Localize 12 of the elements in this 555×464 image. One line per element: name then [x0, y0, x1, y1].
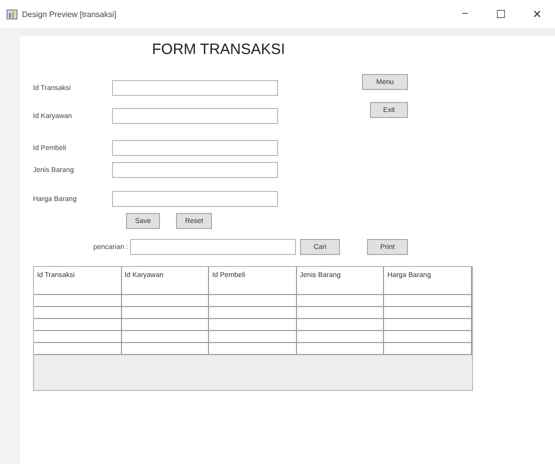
window-control-button[interactable]: ✕	[519, 8, 555, 20]
app-icon	[6, 8, 18, 20]
window-control-button[interactable]: −	[447, 8, 483, 20]
window-control-button[interactable]: ☐	[483, 8, 519, 20]
search-field[interactable]	[130, 239, 296, 255]
input-field[interactable]	[112, 80, 278, 96]
form-heading: FORM TRANSAKSI	[152, 41, 286, 58]
input-field[interactable]	[112, 140, 278, 156]
window-title: Design Preview [transaksi]	[22, 10, 116, 18]
input-field[interactable]	[112, 108, 278, 124]
input-field[interactable]	[112, 191, 278, 207]
input-field[interactable]	[112, 162, 278, 178]
